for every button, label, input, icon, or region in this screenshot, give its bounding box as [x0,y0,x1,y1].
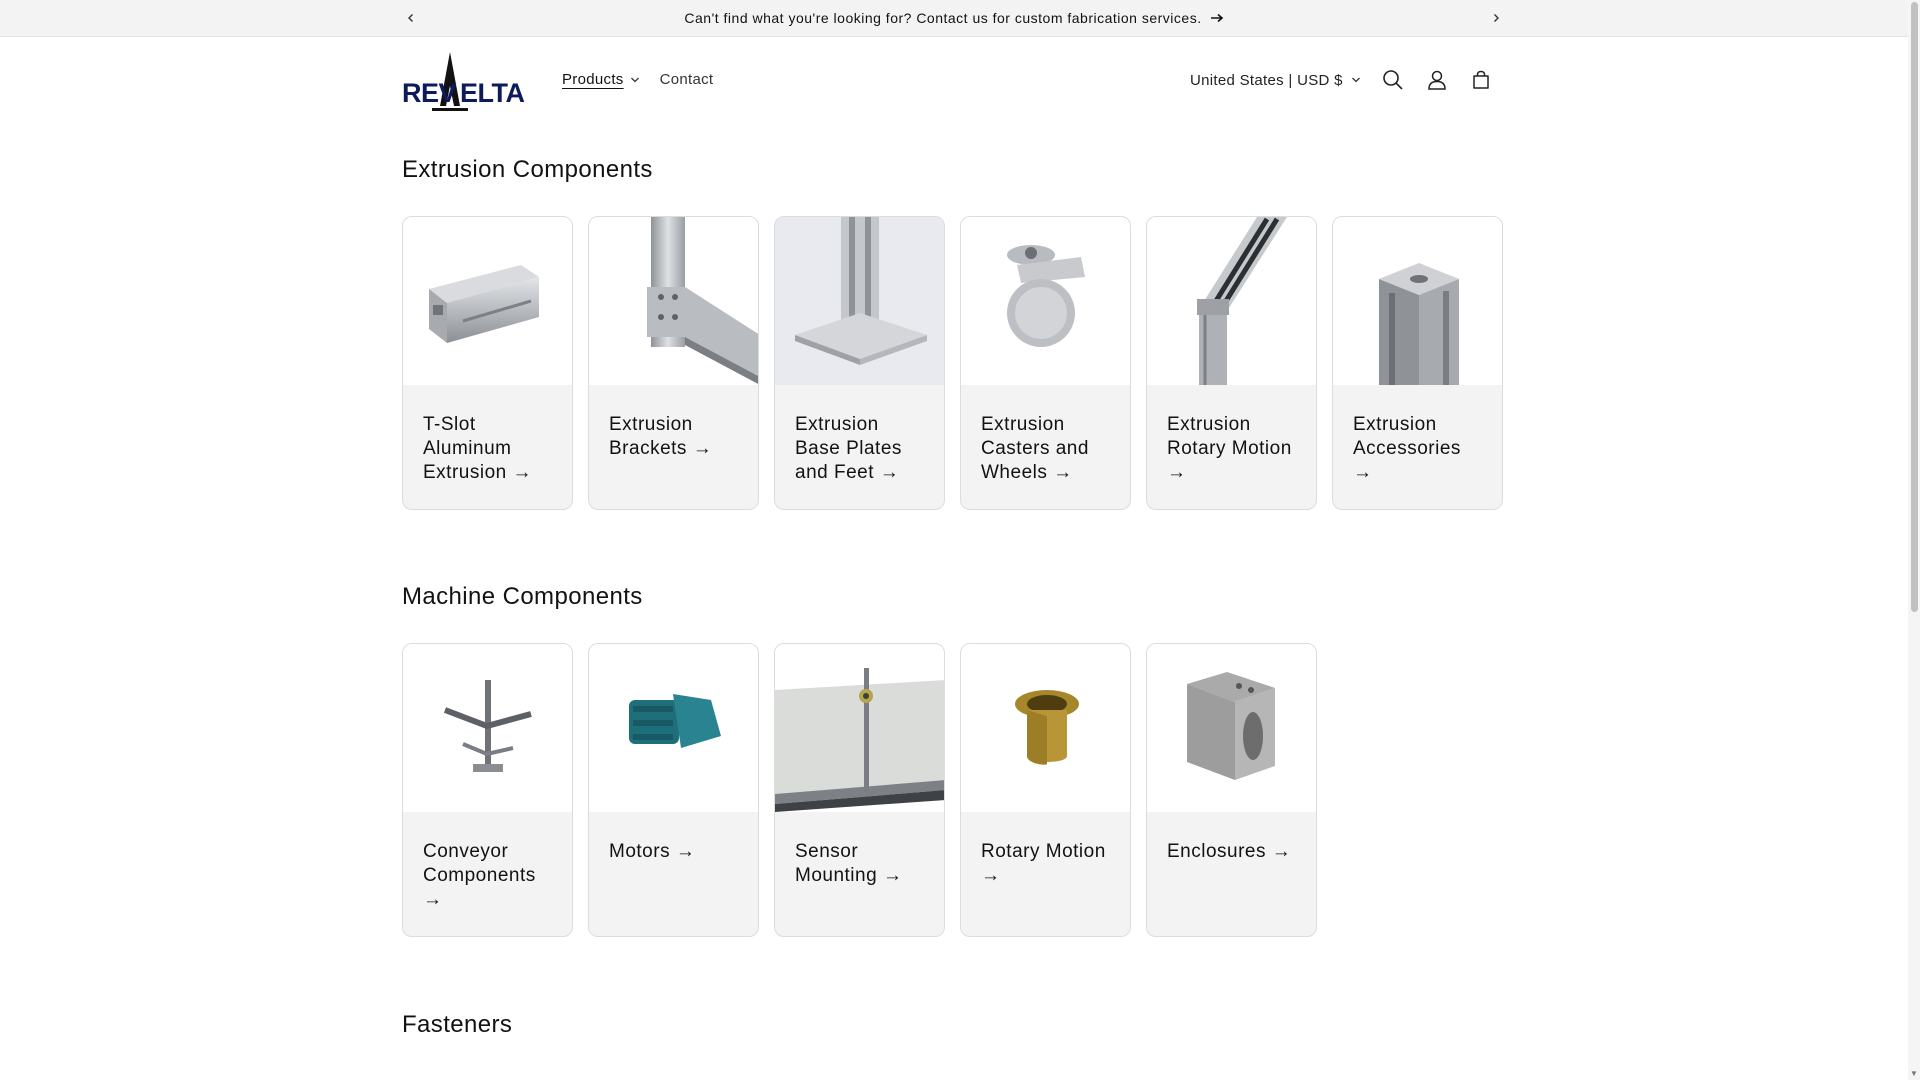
collection-card-rotary[interactable]: Extrusion Rotary Motion → [1146,216,1317,510]
enclosures-image [1147,644,1316,812]
main-nav: Products Contact [562,71,713,88]
sensor-mounting-image [775,644,944,812]
rotary-motion-image [961,644,1130,812]
collection-card-enclosures[interactable]: Enclosures → [1146,643,1317,937]
nav-products-label: Products [562,71,624,88]
collection-card-label: Conveyor Components → [423,841,536,910]
account-button[interactable] [1425,68,1449,92]
page-scrollbar[interactable]: ▼ [1908,0,1920,1080]
extrusion-brackets-image [589,217,758,385]
collection-card-base-plates[interactable]: Extrusion Base Plates and Feet → [774,216,945,510]
chevron-down-icon [1351,77,1360,83]
collection-card-brackets[interactable]: Extrusion Brackets → [588,216,759,510]
section-title-fasteners: Fasteners [402,1011,513,1038]
nav-contact[interactable]: Contact [660,71,714,88]
t-slot-extrusion-image [403,217,572,385]
announcement-next-button[interactable] [1487,9,1505,27]
arrow-right-icon [1210,13,1223,23]
collection-grid-machine: Conveyor Components → Motors → Sensor Mo… [402,643,1317,937]
collection-card-rotary-motion[interactable]: Rotary Motion → [960,643,1131,937]
svg-text:REV: REV [402,78,457,108]
motors-image [589,644,758,812]
chevron-down-icon [630,77,639,82]
search-icon [1382,70,1403,90]
announcement-text: Can't find what you're looking for? Cont… [684,10,1202,26]
account-icon [1428,70,1446,90]
cart-button[interactable] [1469,68,1493,92]
collection-card-label: Rotary Motion → [981,841,1106,886]
svg-text:ELTA: ELTA [460,78,524,108]
collection-card-label: Extrusion Base Plates and Feet → [795,414,902,483]
nav-contact-label: Contact [659,71,714,88]
extrusion-accessories-image [1333,217,1502,385]
collection-card-label: Extrusion Accessories → [1353,414,1461,483]
extrusion-rotary-motion-image [1147,217,1316,385]
collection-grid-extrusion: T-Slot Aluminum Extrusion → Extrusion Br… [402,216,1503,510]
collection-card-t-slot[interactable]: T-Slot Aluminum Extrusion → [402,216,573,510]
collection-card-label: Extrusion Rotary Motion → [1167,414,1292,483]
scroll-down-icon[interactable]: ▼ [1910,1069,1918,1078]
site-header: REV ELTA Products Contact United States … [0,38,1908,120]
collection-card-sensor-mounting[interactable]: Sensor Mounting → [774,643,945,937]
scrollbar-thumb[interactable] [1911,2,1918,612]
country-selector[interactable]: United States | USD $ [1190,72,1361,89]
header-utilities: United States | USD $ [1190,68,1493,92]
chevron-right-icon [1494,14,1499,22]
collection-card-label: Enclosures → [1167,841,1292,862]
header-icons [1381,68,1493,92]
extrusion-casters-image [961,217,1130,385]
revdelta-logo: REV ELTA [402,52,525,111]
collection-card-label: T-Slot Aluminum Extrusion → [423,414,532,483]
search-button[interactable] [1381,68,1405,92]
announcement-bar: Can't find what you're looking for? Cont… [0,0,1908,37]
conveyor-components-image [403,644,572,812]
collection-card-label: Sensor Mounting → [795,841,903,886]
section-title-machine-components: Machine Components [402,583,643,610]
logo[interactable]: REV ELTA [402,50,525,113]
collection-card-label: Extrusion Brackets → [609,414,713,459]
collection-card-accessories[interactable]: Extrusion Accessories → [1332,216,1503,510]
announcement-link[interactable]: Can't find what you're looking for? Cont… [0,10,1908,26]
collection-card-label: Motors → [609,841,696,862]
collection-card-motors[interactable]: Motors → [588,643,759,937]
extrusion-base-plates-image [775,217,944,385]
cart-icon [1473,70,1489,89]
collection-card-casters[interactable]: Extrusion Casters and Wheels → [960,216,1131,510]
country-selector-label: United States | USD $ [1190,71,1343,89]
nav-products[interactable]: Products [562,71,640,88]
collection-card-conveyor[interactable]: Conveyor Components → [402,643,573,937]
section-title-extrusion-components: Extrusion Components [402,156,653,183]
collection-card-label: Extrusion Casters and Wheels → [981,414,1089,483]
